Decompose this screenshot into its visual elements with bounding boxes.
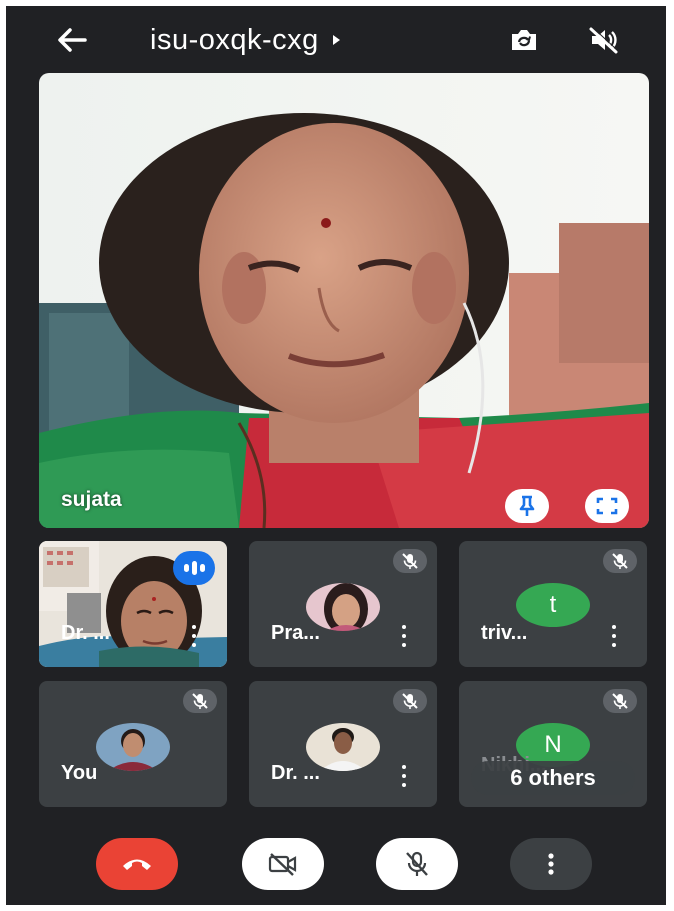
participant-2-more-button[interactable] xyxy=(401,625,407,647)
mic-off-icon xyxy=(406,851,428,876)
more-options-button[interactable] xyxy=(510,838,592,890)
back-button[interactable] xyxy=(52,22,92,58)
main-video-tile[interactable]: sujata xyxy=(39,73,649,528)
participant-1-more-button[interactable] xyxy=(191,625,197,647)
participant-tile-others[interactable]: N Nikhi... 6 others xyxy=(459,681,647,807)
meeting-code: isu-oxqk-cxg xyxy=(150,23,319,56)
video-off-icon xyxy=(268,853,297,876)
end-call-button[interactable] xyxy=(96,838,178,890)
speaker-button[interactable] xyxy=(584,20,624,60)
participant-5-more-button[interactable] xyxy=(401,765,407,787)
participant-tile-3[interactable]: t triv... xyxy=(459,541,647,667)
speaking-indicator xyxy=(173,551,215,585)
participant-1-name: Dr. ... xyxy=(61,622,110,644)
meet-app: isu-oxqk-cxg sujata Dr. ... Pra... t tri… xyxy=(6,6,666,905)
mic-off-icon xyxy=(603,689,637,713)
participant-tile-5[interactable]: Dr. ... xyxy=(249,681,437,807)
participant-tile-1[interactable]: Dr. ... xyxy=(39,541,227,667)
main-participant-name: sujata xyxy=(61,488,122,511)
self-avatar xyxy=(96,723,170,771)
mic-off-icon xyxy=(603,549,637,573)
phone-hangup-icon xyxy=(123,859,151,870)
top-bar: isu-oxqk-cxg xyxy=(6,6,666,72)
participant-3-more-button[interactable] xyxy=(611,625,617,647)
caret-right-icon xyxy=(332,35,340,45)
participant-2-name: Pra... xyxy=(271,622,320,644)
mic-off-icon xyxy=(393,549,427,573)
pin-button[interactable] xyxy=(505,489,549,523)
participant-3-avatar: t xyxy=(516,583,590,627)
others-count-button[interactable]: 6 others xyxy=(471,761,635,795)
participant-tile-2[interactable]: Pra... xyxy=(249,541,437,667)
camera-toggle-button[interactable] xyxy=(242,838,324,890)
fullscreen-button[interactable] xyxy=(585,489,629,523)
participant-tile-self[interactable]: You xyxy=(39,681,227,807)
fullscreen-icon xyxy=(596,497,618,515)
participant-3-name: triv... xyxy=(481,622,528,644)
participant-5-name: Dr. ... xyxy=(271,762,320,784)
volume-off-icon xyxy=(589,26,619,54)
mic-toggle-button[interactable] xyxy=(376,838,458,890)
more-vertical-icon xyxy=(548,853,554,875)
switch-camera-button[interactable] xyxy=(504,20,544,60)
arrow-left-icon xyxy=(58,28,87,52)
meeting-title-button[interactable]: isu-oxqk-cxg xyxy=(150,22,340,58)
mic-off-icon xyxy=(393,689,427,713)
self-name: You xyxy=(61,762,98,784)
camera-switch-icon xyxy=(512,30,536,50)
mic-off-icon xyxy=(183,689,217,713)
main-video-feed xyxy=(39,73,649,528)
pin-icon xyxy=(519,495,535,516)
